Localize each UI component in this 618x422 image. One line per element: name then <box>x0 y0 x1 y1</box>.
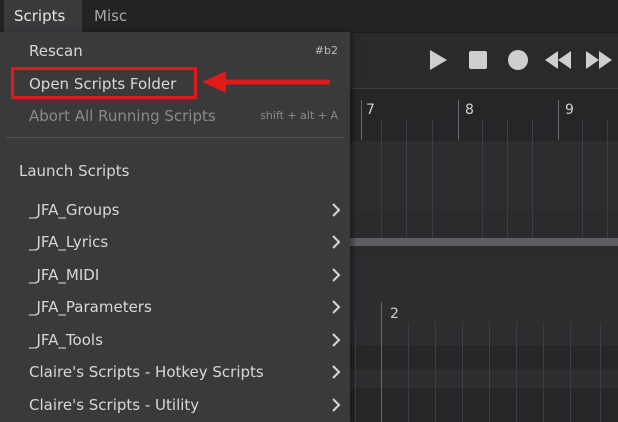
menu-item-label: _JFA_Parameters <box>29 298 152 316</box>
submenu-jfa-lyrics[interactable]: _JFA_Lyrics <box>0 227 350 257</box>
track-divider[interactable] <box>350 238 618 246</box>
menu-bar: Scripts Misc <box>0 0 618 33</box>
grid-line <box>462 322 463 422</box>
highlight-box <box>11 67 197 99</box>
grid-line <box>435 322 436 422</box>
fast-forward-icon[interactable] <box>585 49 613 71</box>
chevron-right-icon <box>332 365 341 379</box>
grid-line <box>516 322 517 422</box>
menu-item-abort-all-running-scripts: Abort All Running Scripts shift + alt + … <box>0 101 350 131</box>
grid-line <box>406 120 407 238</box>
grid-line <box>543 322 544 422</box>
grid-line <box>532 120 533 238</box>
submenu-claires-hotkey-scripts[interactable]: Claire's Scripts - Hotkey Scripts <box>0 357 350 387</box>
submenu-jfa-groups[interactable]: _JFA_Groups <box>0 195 350 225</box>
submenu-jfa-parameters[interactable]: _JFA_Parameters <box>0 292 350 322</box>
menu-item-label: _JFA_Groups <box>29 201 120 219</box>
menu-item-label: Rescan <box>29 42 83 60</box>
rewind-icon[interactable] <box>544 49 572 71</box>
section-heading: Launch Scripts <box>19 162 130 180</box>
menu-item-label: Claire's Scripts - Utility <box>29 396 200 414</box>
bar-marker <box>361 100 362 140</box>
grid-line <box>489 322 490 422</box>
bar-number: 7 <box>366 102 375 118</box>
bar-marker <box>381 302 382 422</box>
menu-item-rescan[interactable]: Rescan #b2 <box>0 36 350 66</box>
grid-line <box>355 322 356 422</box>
chevron-right-icon <box>332 333 341 347</box>
menu-item-label: Abort All Running Scripts <box>29 107 216 125</box>
menu-item-label: _JFA_Tools <box>29 331 103 349</box>
grid-line <box>408 322 409 422</box>
grid-line <box>482 120 483 238</box>
submenu-jfa-midi[interactable]: _JFA_MIDI <box>0 260 350 290</box>
shortcut-label: #b2 <box>314 44 338 57</box>
bar-number: 2 <box>390 306 399 322</box>
annotation-arrow-icon <box>202 71 330 93</box>
menu-scripts[interactable]: Scripts <box>4 0 82 32</box>
play-icon[interactable] <box>427 49 449 71</box>
stop-icon[interactable] <box>467 49 489 71</box>
menu-item-label: _JFA_MIDI <box>29 266 100 284</box>
shortcut-label: shift + alt + A <box>260 109 338 122</box>
grid-line <box>582 120 583 238</box>
chevron-right-icon <box>332 398 341 412</box>
chevron-right-icon <box>332 300 341 314</box>
menu-item-label: Claire's Scripts - Hotkey Scripts <box>29 363 264 381</box>
submenu-claires-utility[interactable]: Claire's Scripts - Utility <box>0 390 350 420</box>
grid-line <box>507 120 508 238</box>
grid-line <box>432 120 433 238</box>
lane-band <box>350 345 618 370</box>
timeline-ruler[interactable] <box>350 88 618 142</box>
menu-item-label: _JFA_Lyrics <box>29 233 109 251</box>
bar-marker <box>558 100 559 140</box>
chevron-right-icon <box>332 203 341 217</box>
grid-line <box>381 120 382 238</box>
chevron-right-icon <box>332 268 341 282</box>
submenu-jfa-tools[interactable]: _JFA_Tools <box>0 325 350 355</box>
bar-marker <box>458 100 459 140</box>
menu-divider <box>6 137 344 138</box>
bar-number: 8 <box>465 102 474 118</box>
menu-misc[interactable]: Misc <box>84 0 137 32</box>
chevron-right-icon <box>332 235 341 249</box>
bar-number: 9 <box>565 102 574 118</box>
record-icon[interactable] <box>507 49 529 71</box>
grid-line <box>570 322 571 422</box>
track-lane[interactable] <box>350 141 618 211</box>
grid-line <box>600 322 601 422</box>
lane-band <box>350 388 618 422</box>
grid-line <box>607 120 608 238</box>
